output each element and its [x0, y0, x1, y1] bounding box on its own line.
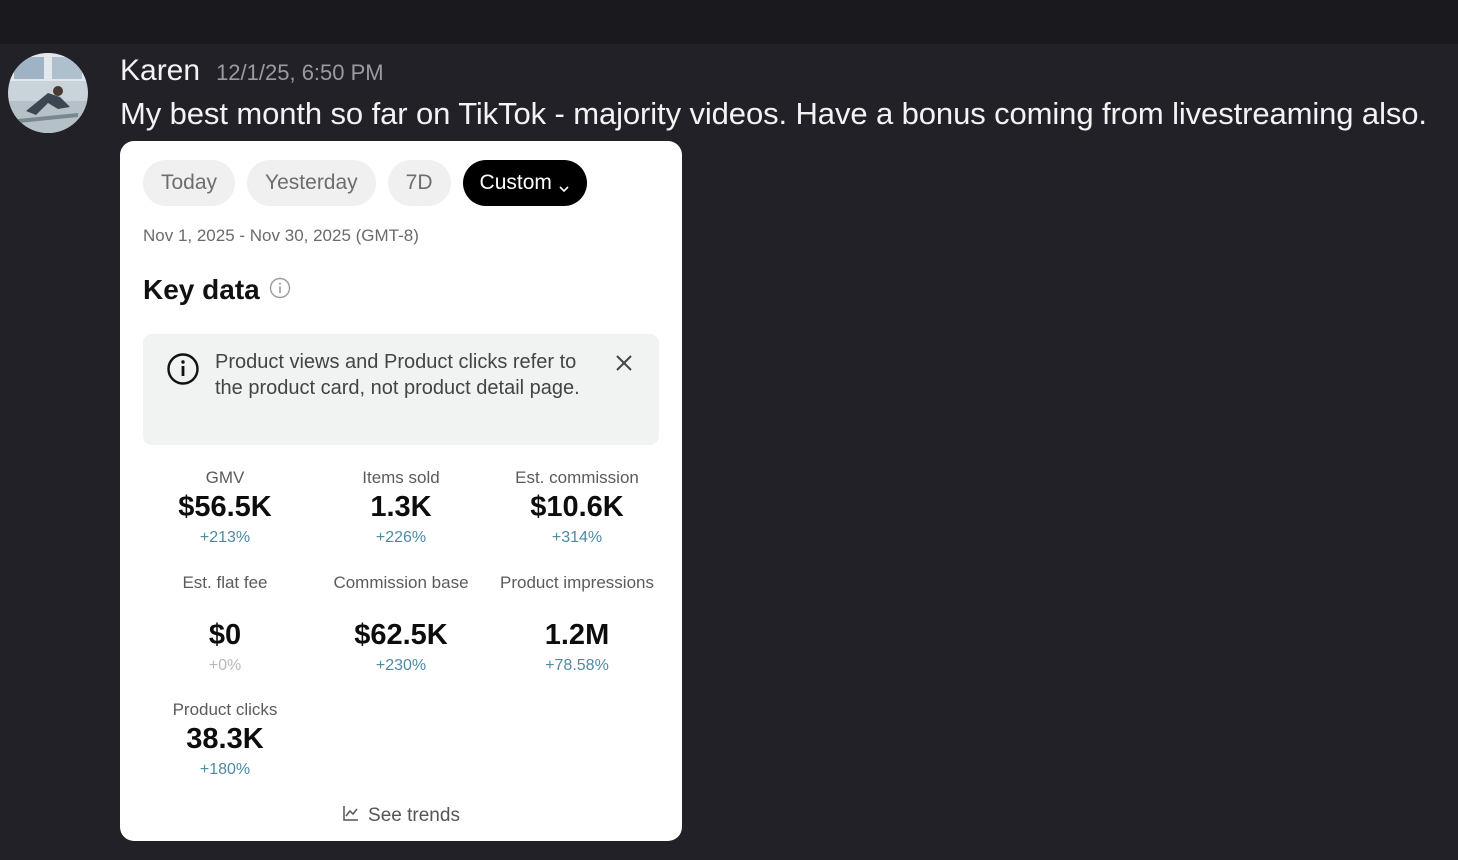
metric-product-clicks[interactable]: Product clicks 38.3K +180% — [137, 699, 313, 781]
metric-value: $10.6K — [530, 491, 624, 523]
info-icon — [166, 352, 200, 391]
message-text: My best month so far on TikTok - majorit… — [120, 96, 1427, 131]
timestamp: 12/1/25, 6:50 PM — [216, 60, 384, 85]
metric-est-flat-fee[interactable]: Est. flat fee $0 +0% — [137, 572, 313, 677]
section-header: Key data — [143, 274, 291, 306]
notice-text: Product views and Product clicks refer t… — [215, 351, 580, 399]
message-header: Karen 12/1/25, 6:50 PM — [120, 54, 384, 88]
metric-label: GMV — [205, 468, 245, 487]
chat-message: Karen 12/1/25, 6:50 PM My best month so … — [0, 44, 1458, 860]
metric-change: +78.58% — [545, 657, 609, 674]
metric-gmv[interactable]: GMV $56.5K +213% — [137, 467, 313, 549]
metric-product-impressions[interactable]: Product impressions 1.2M +78.58% — [496, 572, 658, 677]
metric-change: +213% — [199, 529, 251, 546]
see-trends-label: See trends — [368, 805, 460, 826]
metric-value: $62.5K — [354, 619, 448, 651]
metric-label: Commission base — [333, 573, 469, 592]
close-icon[interactable] — [613, 352, 635, 374]
date-filter-tabs: Today Yesterday 7D Custom — [143, 160, 587, 206]
username[interactable]: Karen — [120, 54, 200, 88]
metric-change: +180% — [199, 761, 251, 778]
section-title: Key data — [143, 274, 260, 305]
metric-value: 1.2M — [544, 619, 610, 651]
metric-value: $56.5K — [178, 491, 272, 523]
tab-label: 7D — [405, 171, 433, 194]
metric-change: +230% — [375, 657, 427, 674]
see-trends-link[interactable]: See trends — [120, 804, 682, 828]
date-range: Nov 1, 2025 - Nov 30, 2025 (GMT-8) — [143, 226, 419, 245]
metric-label: Items sold — [362, 468, 440, 487]
tab-label: Custom — [479, 171, 552, 194]
top-bar — [0, 0, 1458, 44]
metric-value: 38.3K — [186, 723, 264, 755]
metric-label: Product clicks — [172, 700, 278, 719]
metric-label: Est. flat fee — [182, 573, 268, 592]
tab-7d[interactable]: 7D — [387, 160, 451, 206]
tab-label: Today — [161, 171, 218, 194]
metric-est-commission[interactable]: Est. commission $10.6K +314% — [489, 467, 665, 549]
tab-label: Yesterday — [265, 171, 358, 194]
metric-change: +226% — [375, 529, 427, 546]
tab-yesterday[interactable]: Yesterday — [247, 160, 376, 206]
attached-screenshot[interactable]: Today Yesterday 7D Custom Nov 1, 2025 - … — [120, 141, 682, 841]
chevron-down-icon — [558, 177, 570, 193]
metric-change: +0% — [208, 657, 242, 674]
metric-value: 1.3K — [370, 491, 432, 523]
metric-label: Est. commission — [515, 468, 639, 487]
metric-items-sold[interactable]: Items sold 1.3K +226% — [313, 467, 489, 549]
tab-custom[interactable]: Custom — [462, 160, 587, 206]
info-icon[interactable] — [269, 277, 291, 304]
metric-change: +314% — [551, 529, 603, 546]
metric-value: $0 — [208, 619, 242, 651]
metric-label: Product impressions — [499, 573, 654, 592]
tab-today[interactable]: Today — [143, 160, 236, 206]
metric-commission-base[interactable]: Commission base $62.5K +230% — [313, 572, 489, 677]
info-notice: Product views and Product clicks refer t… — [143, 334, 659, 445]
avatar[interactable] — [8, 53, 88, 133]
line-chart-icon — [342, 804, 360, 828]
